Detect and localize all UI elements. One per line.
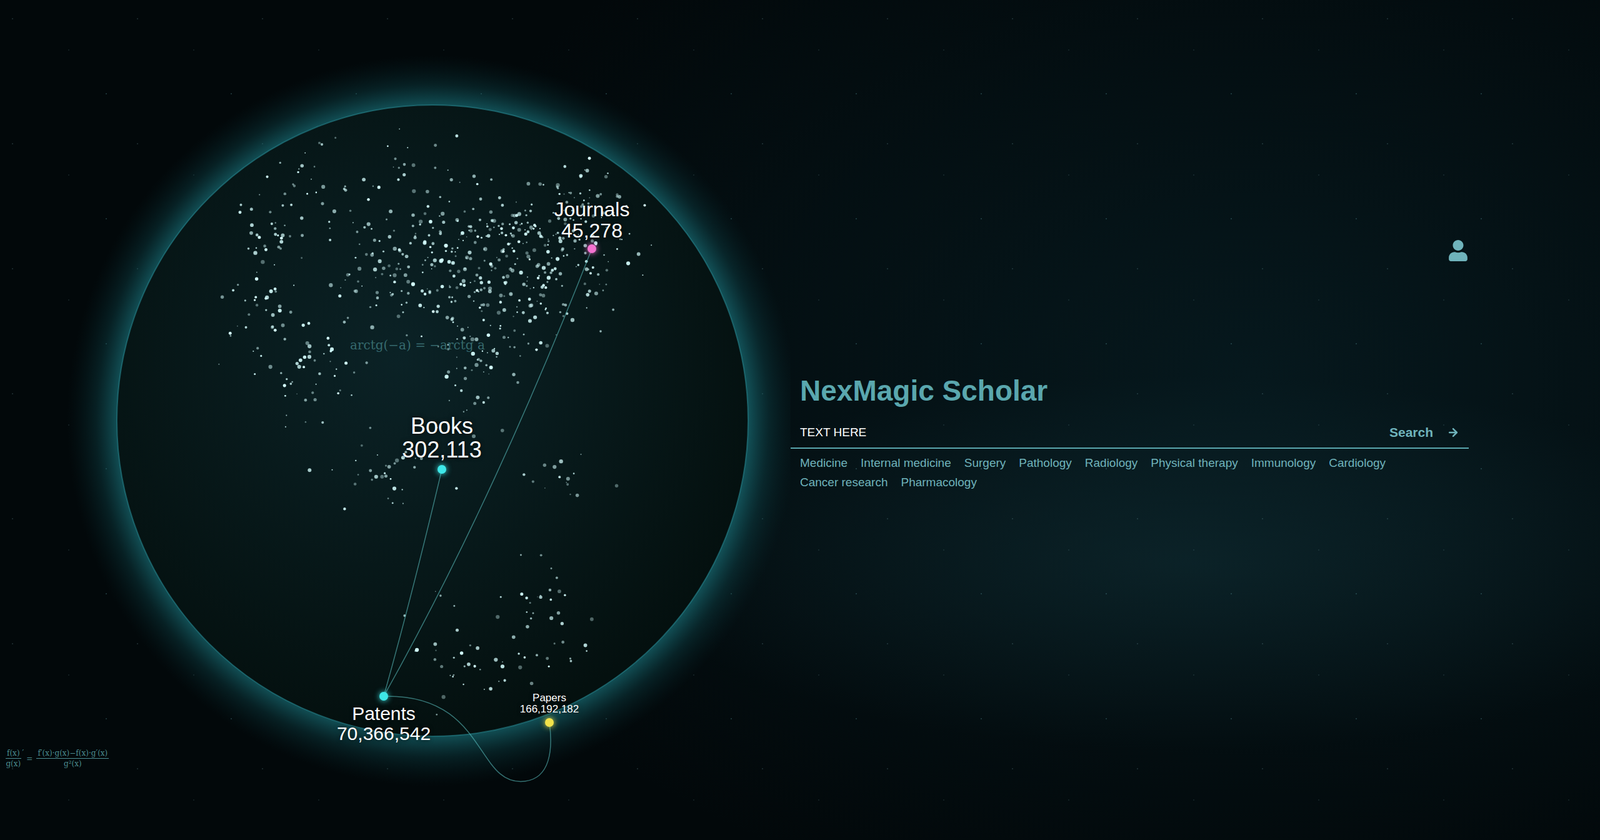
equals: = [26, 754, 33, 764]
formula-lhs: f(x)g(x)′ [4, 748, 24, 769]
numerator: f′(x)·g(x)−f(x)·g′(x) [36, 748, 109, 759]
fraction: f′(x)·g(x)−f(x)·g′(x)g²(x) [35, 748, 110, 769]
inline-formula: arctg(−a) = −arctg a [350, 337, 485, 353]
tag-link[interactable]: Immunology [1251, 456, 1317, 470]
pin-name: Books [410, 414, 474, 439]
app-title: NexMagic Scholar [790, 373, 1469, 409]
globe-canvas: arctg(−a) = −arctg a Journals45,278 Books3… [0, 0, 791, 840]
pin-dot[interactable] [437, 465, 447, 474]
search-button-label: Search [1389, 425, 1434, 440]
connection-arc [383, 248, 592, 697]
city-lights [218, 128, 652, 716]
prime: ′ [22, 748, 25, 758]
pin-label: Patents70,366,542 [336, 703, 431, 744]
tag-link[interactable]: Physical therapy [1150, 456, 1238, 470]
pin-dot[interactable] [545, 718, 554, 727]
search-panel: NexMagic Scholar Search Medicine Internal m… [790, 0, 1600, 840]
pin-count: 70,366,542 [336, 723, 431, 744]
pin-name: Journals [554, 199, 630, 221]
tag-link[interactable]: Cardiology [1328, 456, 1386, 470]
tag-link[interactable]: Pharmacology [900, 475, 977, 490]
top-row [790, 240, 1469, 262]
quotient-formula: f(x)g(x)′=f′(x)·g(x)−f(x)·g′(x)g²(x) [4, 748, 110, 769]
tag-link[interactable]: Cancer research [800, 475, 888, 490]
connection-arc [383, 469, 442, 697]
pin-name: Patents [351, 703, 416, 724]
search-button[interactable]: Search [1389, 423, 1460, 442]
denominator: g(x) [5, 758, 21, 769]
search-block: NexMagic Scholar Search Medicine Internal m… [790, 373, 1469, 490]
pin-dot[interactable] [587, 244, 597, 254]
tag-link[interactable]: Medicine [800, 456, 848, 470]
tag-list: Medicine Internal medicine Surgery Patholog… [790, 448, 1469, 490]
tag-link[interactable]: Surgery [964, 456, 1007, 470]
tag-link[interactable]: Internal medicine [860, 456, 952, 470]
pin-count: 302,113 [401, 438, 482, 462]
tag-link[interactable]: Radiology [1085, 456, 1139, 470]
pin-label: Journals45,278 [554, 199, 630, 242]
fraction: f(x)g(x) [4, 748, 23, 769]
denominator: g²(x) [63, 758, 82, 769]
pin-count: 166,192,182 [520, 703, 580, 715]
pin-label: Papers166,192,182 [520, 692, 580, 715]
pin-name: Papers [532, 692, 567, 704]
numerator: f(x) [5, 748, 22, 759]
search-row: Search [790, 423, 1469, 449]
user-icon[interactable] [1447, 240, 1469, 262]
search-input[interactable] [800, 423, 1380, 442]
arrow-right-icon [1446, 426, 1460, 439]
pin-dot[interactable] [379, 691, 389, 701]
pin-label: Books302,113 [401, 414, 482, 462]
tag-link[interactable]: Pathology [1018, 456, 1072, 470]
pin-count: 45,278 [561, 220, 623, 242]
page: arctg(−a) = −arctg a Journals45,278 Books3… [0, 0, 1600, 840]
